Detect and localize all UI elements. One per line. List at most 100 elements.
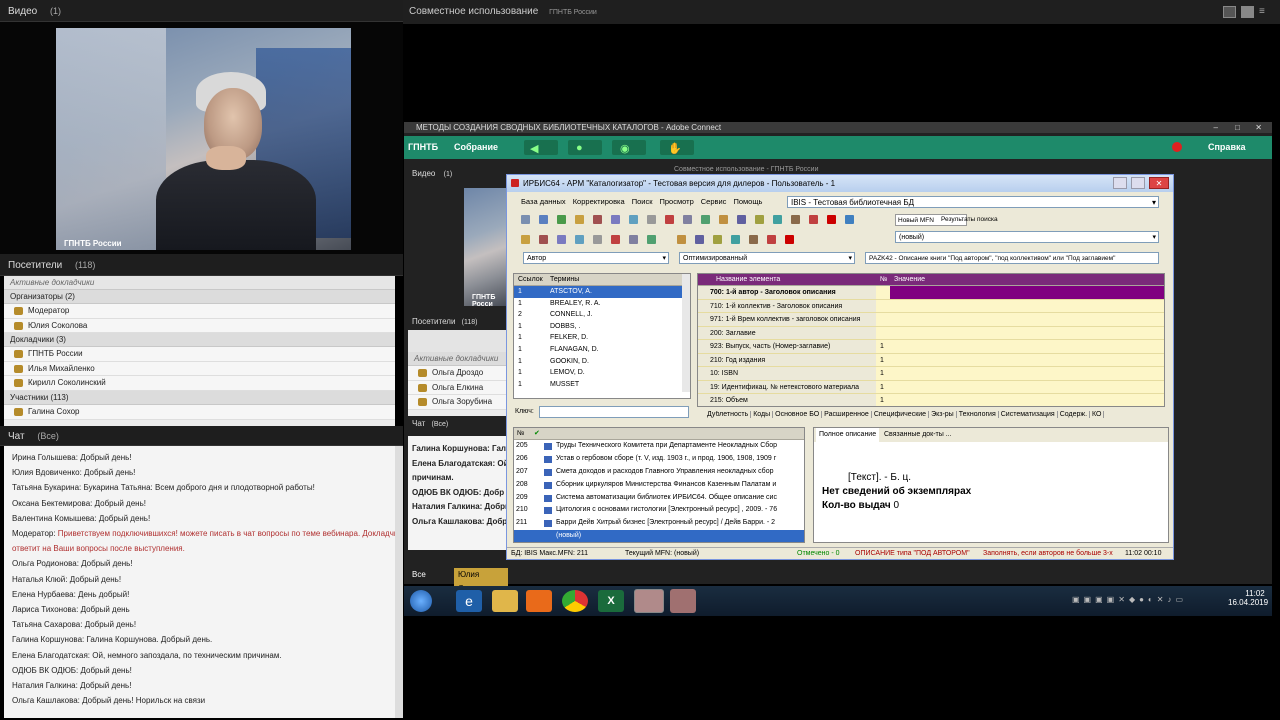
toolbar-button-icon[interactable] bbox=[719, 215, 728, 224]
toolbar-button-icon[interactable] bbox=[593, 235, 602, 244]
field-row[interactable]: 710: 1-й коллектив - Заголовок описания bbox=[698, 299, 1164, 313]
chrome-icon[interactable] bbox=[562, 590, 588, 612]
toolbar-button-icon[interactable] bbox=[611, 215, 620, 224]
field-value[interactable] bbox=[890, 381, 1164, 394]
tab-full-description[interactable]: Полное описание bbox=[816, 428, 880, 442]
attendee-section[interactable]: Участники (113) bbox=[4, 390, 395, 405]
worksheet-tab[interactable]: Расширенное bbox=[822, 411, 872, 418]
chevron-down-icon[interactable]: ▾ bbox=[662, 253, 666, 264]
irbis-taskbar-icon-2[interactable] bbox=[670, 589, 696, 613]
term-row[interactable]: 1 MUSSET bbox=[514, 379, 690, 391]
field-row[interactable]: 10: ISBN 1 bbox=[698, 367, 1164, 381]
toolbar-button-icon[interactable] bbox=[593, 215, 602, 224]
term-row[interactable]: 2 CONNELL, J. bbox=[514, 309, 690, 321]
record-row[interactable]: 206 Устав о гербовом сборе (т. V, изд. 19… bbox=[514, 453, 804, 466]
worksheet-tab[interactable]: Специфические bbox=[871, 411, 930, 418]
toolbar-button-icon[interactable] bbox=[773, 215, 782, 224]
tab-linked-docs[interactable]: Связанные док-ты ... bbox=[884, 428, 952, 442]
toolbar-button-icon[interactable] bbox=[755, 215, 764, 224]
irbis-menu-item[interactable]: Просмотр bbox=[659, 197, 693, 206]
toolbar-button-icon[interactable] bbox=[647, 235, 656, 244]
toolbar-button-icon[interactable] bbox=[539, 235, 548, 244]
help-menu[interactable]: Справка bbox=[1208, 142, 1245, 152]
record-row[interactable]: (новый) bbox=[514, 530, 804, 542]
clock[interactable]: 11:02 16.04.2019 bbox=[1228, 589, 1268, 607]
irbis-menu-item[interactable]: Помощь bbox=[733, 197, 762, 206]
term-row[interactable]: 1 ATSCTOV, A. bbox=[514, 286, 690, 298]
toolbar-button-icon[interactable] bbox=[575, 215, 584, 224]
toolbar-button-icon[interactable] bbox=[677, 235, 686, 244]
worksheet-tab[interactable]: Экз-ры bbox=[929, 411, 957, 418]
attendee-row[interactable]: Илья Михайленко bbox=[4, 361, 395, 377]
worksheet-select[interactable]: PAZK42 - Описание книги "Под автором", "… bbox=[865, 252, 1159, 264]
term-row[interactable]: 1 BREALEY, R. A. bbox=[514, 298, 690, 310]
irbis-menu-item[interactable]: Сервис bbox=[701, 197, 727, 206]
toolbar-button-icon[interactable] bbox=[701, 215, 710, 224]
toolbar-button-icon[interactable] bbox=[731, 235, 740, 244]
toolbar-button-icon[interactable] bbox=[809, 215, 818, 224]
field-value[interactable] bbox=[890, 300, 1164, 313]
term-row[interactable]: 1 GOOKIN, D. bbox=[514, 356, 690, 368]
key-input[interactable] bbox=[539, 406, 689, 418]
meeting-menu[interactable]: Собрание bbox=[454, 142, 498, 152]
field-value[interactable] bbox=[890, 313, 1164, 326]
toolbar-button-icon[interactable] bbox=[575, 235, 584, 244]
attendee-row[interactable]: ГПНТБ России bbox=[4, 347, 395, 362]
irbis-minimize-icon[interactable] bbox=[1113, 177, 1127, 189]
toolbar-button-icon[interactable] bbox=[557, 235, 566, 244]
record-row[interactable]: 205 Труды Технического Комитета при Депар… bbox=[514, 440, 804, 453]
terms-scrollbar[interactable] bbox=[682, 274, 690, 392]
worksheet-tab[interactable]: Коды bbox=[751, 411, 774, 418]
irbis-taskbar-icon[interactable] bbox=[634, 589, 664, 613]
webcam-video[interactable]: ГПНТБ России bbox=[56, 28, 351, 250]
microphone-icon[interactable]: ● bbox=[568, 140, 602, 155]
term-row[interactable]: 1 FLANAGAN, D. bbox=[514, 344, 690, 356]
system-tray-icons[interactable]: ▣▣▣▣✕◆●◐✕♪▭ bbox=[1072, 595, 1187, 604]
attendee-row[interactable]: Галина Сохор bbox=[4, 404, 395, 420]
term-row[interactable]: 1 FELKER, D. bbox=[514, 332, 690, 344]
excel-icon[interactable]: X bbox=[598, 590, 624, 612]
inner-attendee-row[interactable]: Ольга Зорубина bbox=[408, 395, 508, 410]
field-row[interactable]: 215: Объем 1 bbox=[698, 394, 1164, 406]
toolbar-button-icon[interactable] bbox=[713, 235, 722, 244]
field-value[interactable] bbox=[890, 340, 1164, 353]
toolbar-button-icon[interactable] bbox=[557, 215, 566, 224]
worksheet-tab[interactable]: КО bbox=[1090, 411, 1105, 418]
field-row[interactable]: 923: Выпуск, часть (Номер-заглавие) 1 bbox=[698, 340, 1164, 354]
attendee-row[interactable]: Модератор bbox=[4, 304, 395, 319]
close-icon[interactable]: ✕ bbox=[1255, 122, 1262, 133]
record-row[interactable]: 209 Система автоматизации библиотек ИРБИС… bbox=[514, 492, 804, 505]
field-value[interactable] bbox=[890, 367, 1164, 380]
chat-scope[interactable]: (Все) bbox=[37, 431, 59, 441]
field-row[interactable]: 210: Год издания 1 bbox=[698, 353, 1164, 367]
toolbar-button-icon[interactable] bbox=[791, 215, 800, 224]
speaker-icon[interactable]: ◀ bbox=[524, 140, 558, 155]
field-row[interactable]: 19: Идентификац. № нетекстового материал… bbox=[698, 380, 1164, 394]
term-row[interactable]: 1 DOBBS, . bbox=[514, 321, 690, 333]
attendee-section[interactable]: Докладчики (3) bbox=[4, 333, 395, 348]
toolbar-button-icon[interactable] bbox=[845, 215, 854, 224]
toolbar-button-icon[interactable] bbox=[665, 215, 674, 224]
toolbar-button-icon[interactable] bbox=[695, 235, 704, 244]
toolbar-button-icon[interactable] bbox=[629, 215, 638, 224]
worksheet-tab[interactable]: Дублетность bbox=[705, 411, 752, 418]
tab-search-results[interactable]: Результаты поиска bbox=[941, 216, 1011, 226]
inner-attendee-row[interactable]: Ольга Елкина bbox=[408, 380, 508, 396]
maximize-icon[interactable]: □ bbox=[1235, 122, 1240, 133]
search-mode-select[interactable]: Оптимизированный ▾ bbox=[679, 252, 855, 264]
field-row[interactable]: 200: Заглавие bbox=[698, 326, 1164, 340]
new-record-select[interactable]: (новый) ▾ bbox=[895, 231, 1159, 243]
toolbar-button-icon[interactable] bbox=[785, 235, 794, 244]
inner-attendee-row[interactable]: Ольга Дроздо bbox=[408, 366, 508, 381]
inner-chat-recipient[interactable]: Все bbox=[412, 570, 426, 579]
toolbar-button-icon[interactable] bbox=[521, 215, 530, 224]
start-button-icon[interactable] bbox=[410, 590, 432, 612]
field-value[interactable] bbox=[890, 394, 1164, 406]
irbis-menu-item[interactable]: Корректировка bbox=[573, 197, 625, 206]
field-row[interactable]: 971: 1-й Врем коллектив - заголовок опис… bbox=[698, 313, 1164, 327]
webcam-icon[interactable]: ◉ bbox=[612, 140, 646, 155]
toolbar-button-icon[interactable] bbox=[749, 235, 758, 244]
attendee-row[interactable]: Юлия Соколова bbox=[4, 318, 395, 334]
explorer-icon[interactable] bbox=[492, 590, 518, 612]
worksheet-tab[interactable]: Технология bbox=[956, 411, 999, 418]
